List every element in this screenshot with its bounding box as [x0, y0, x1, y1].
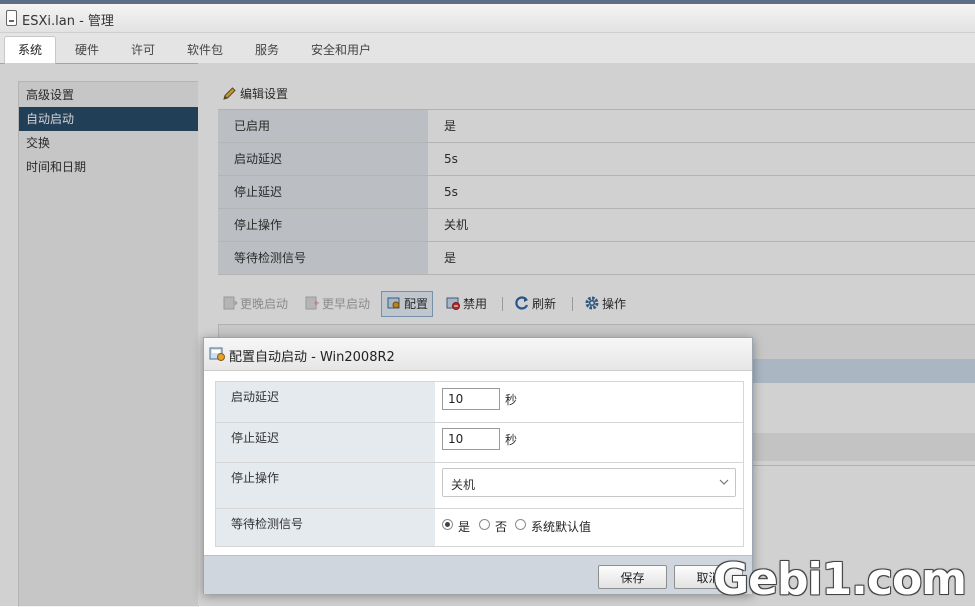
start-delay-label: 启动延迟: [231, 390, 280, 404]
configure-autostart-dialog: 配置自动启动 - Win2008R2 启动延迟 秒 停止延迟 秒 停止操作 关机…: [203, 337, 753, 594]
form-row-stop-delay: 停止延迟 秒: [216, 423, 743, 463]
tab-system[interactable]: 系统: [4, 36, 57, 64]
heartbeat-option-system-default: 系统默认值: [531, 520, 592, 534]
form-row-stop-action: 停止操作 关机: [216, 463, 743, 509]
stop-action-label: 停止操作: [231, 471, 280, 485]
form-label-cell: 启动延迟: [216, 382, 435, 422]
tab-security-users[interactable]: 安全和用户: [311, 41, 371, 58]
phone-icon: [6, 10, 17, 26]
tab-bar: 系统 硬件 许可 软件包 服务 安全和用户: [0, 33, 975, 64]
watermark-logo: Gebi1.com: [713, 554, 967, 605]
tab-license[interactable]: 许可: [131, 41, 155, 58]
chevron-down-icon: [719, 479, 729, 485]
dialog-footer: 保存 取消: [204, 555, 752, 594]
stop-action-value: 关机: [451, 478, 476, 492]
heartbeat-option-no: 否: [495, 520, 508, 534]
heartbeat-radio-system-default[interactable]: [515, 519, 526, 530]
configure-icon: [209, 347, 225, 361]
stop-action-select[interactable]: 关机: [442, 468, 736, 497]
stop-delay-unit: 秒: [505, 433, 518, 447]
start-delay-input[interactable]: [442, 388, 500, 410]
form-label-cell: 等待检测信号: [216, 509, 435, 546]
dialog-form: 启动延迟 秒 停止延迟 秒 停止操作 关机 等待检测信号 是 否 系统默认值: [215, 381, 744, 547]
tab-services[interactable]: 服务: [255, 41, 279, 58]
save-button[interactable]: 保存: [598, 565, 667, 589]
stop-delay-input[interactable]: [442, 428, 500, 450]
dialog-header: 配置自动启动 - Win2008R2: [204, 338, 752, 371]
form-row-start-delay: 启动延迟 秒: [216, 382, 743, 423]
form-label-cell: 停止操作: [216, 463, 435, 508]
heartbeat-option-yes: 是: [458, 520, 471, 534]
window-title: ESXi.lan - 管理: [22, 14, 114, 29]
tab-hardware[interactable]: 硬件: [75, 41, 99, 58]
window-titlebar: ESXi.lan - 管理: [0, 4, 975, 33]
form-label-cell: 停止延迟: [216, 423, 435, 462]
dialog-title: 配置自动启动 - Win2008R2: [229, 350, 395, 365]
heartbeat-label: 等待检测信号: [231, 517, 304, 531]
tab-packages[interactable]: 软件包: [187, 41, 223, 58]
start-delay-unit: 秒: [505, 393, 518, 407]
heartbeat-radio-no[interactable]: [479, 519, 490, 530]
stop-delay-label: 停止延迟: [231, 431, 280, 445]
form-row-heartbeat: 等待检测信号 是 否 系统默认值: [216, 509, 743, 546]
heartbeat-radio-yes[interactable]: [442, 519, 453, 530]
